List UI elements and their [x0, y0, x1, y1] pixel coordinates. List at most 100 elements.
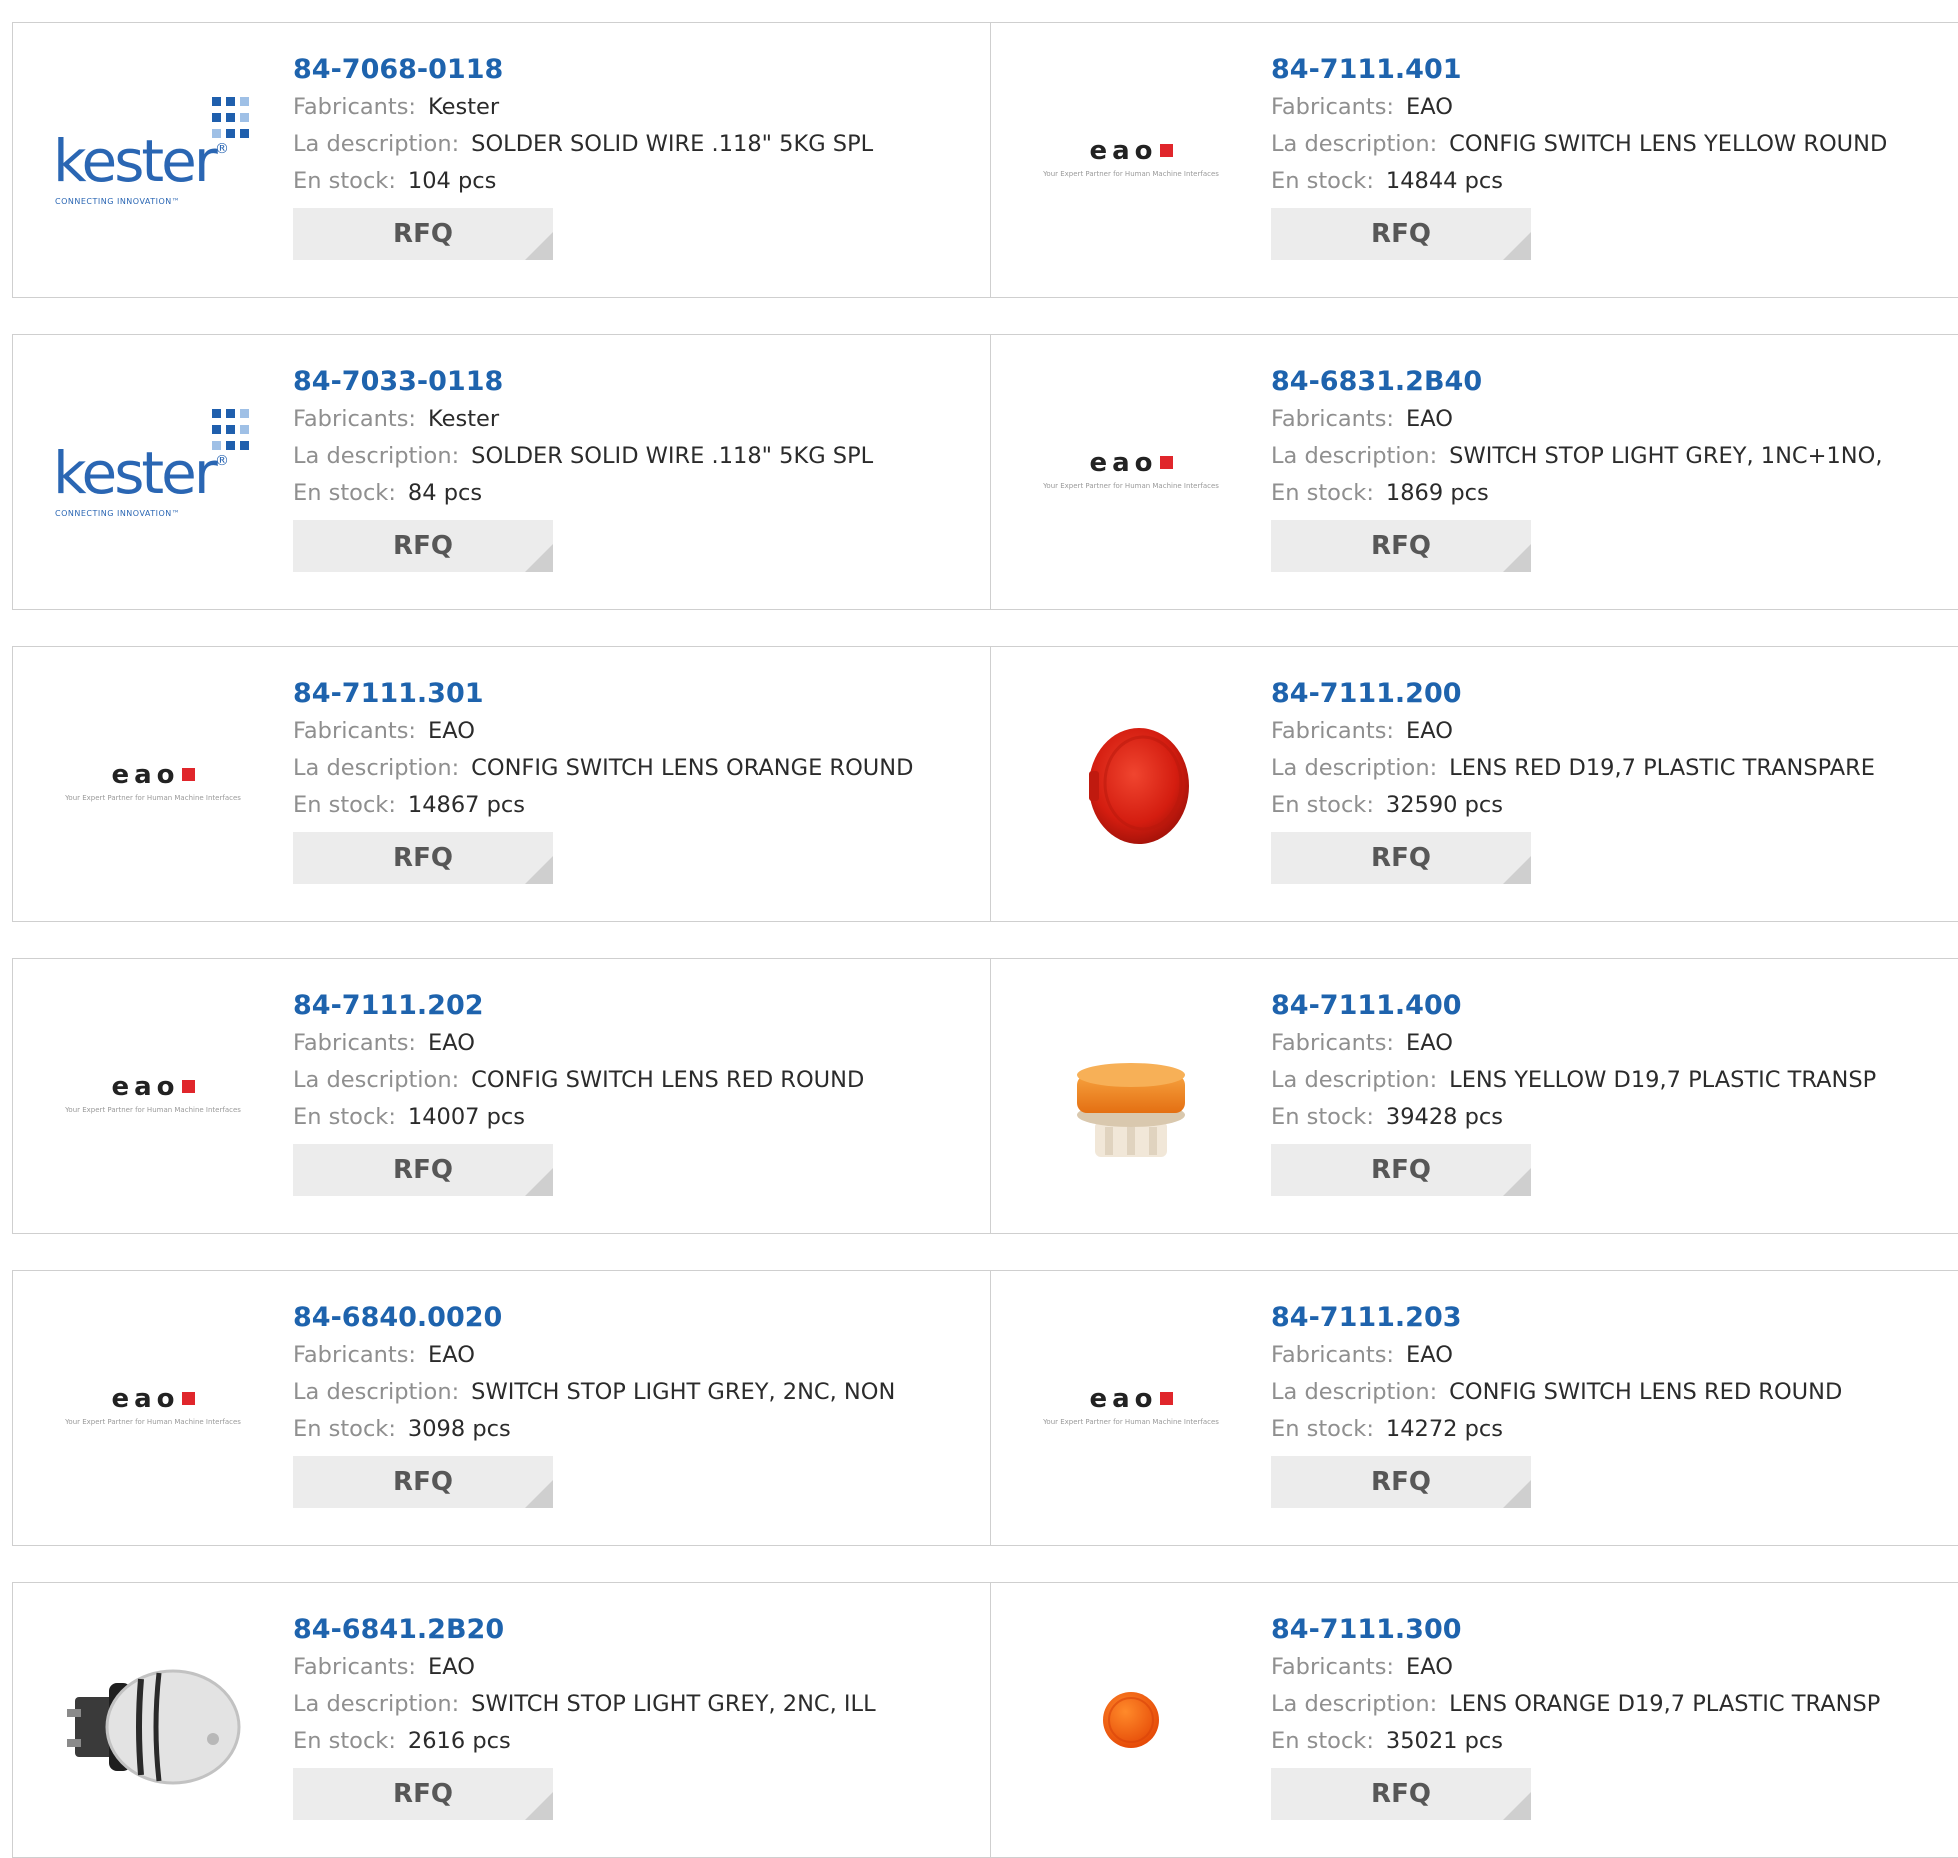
description-value: SOLDER SOLID WIRE .118" 5KG SPL: [471, 131, 874, 157]
description-label: La description:: [1271, 1379, 1438, 1405]
product-card: 84-7111.300 Fabricants: EAO La descriptio…: [990, 1582, 1958, 1858]
rfq-button[interactable]: RFQ: [293, 1144, 553, 1196]
rfq-label: RFQ: [393, 531, 453, 561]
product-card: eao Your Expert Partner for Human Machine…: [990, 334, 1958, 610]
rfq-button[interactable]: RFQ: [293, 208, 553, 260]
part-number-link[interactable]: 84-7111.202: [293, 989, 981, 1025]
manufacturer-label: Fabricants:: [1271, 406, 1394, 432]
product-image[interactable]: eao Your Expert Partner for Human Machine…: [51, 1003, 255, 1183]
part-number-link[interactable]: 84-7111.301: [293, 677, 981, 713]
rfq-label: RFQ: [1371, 1779, 1431, 1809]
eao-logo: eao Your Expert Partner for Human Machine…: [65, 1384, 241, 1426]
part-number-link[interactable]: 84-7111.300: [1271, 1613, 1958, 1649]
description-value: SOLDER SOLID WIRE .118" 5KG SPL: [471, 443, 874, 469]
description-value: CONFIG SWITCH LENS RED ROUND: [1449, 1379, 1843, 1405]
description-label: La description:: [1271, 755, 1438, 781]
eao-text: eao: [111, 1384, 180, 1414]
stock-row: En stock: 14007 pcs: [293, 1099, 981, 1136]
product-image[interactable]: kester ® CONNECTING INNOVATION™: [51, 379, 255, 559]
description-row: La description: SWITCH STOP LIGHT GREY, 1…: [1271, 438, 1958, 475]
part-number-link[interactable]: 84-6841.2B20: [293, 1613, 981, 1649]
eao-tagline: Your Expert Partner for Human Machine In…: [1043, 482, 1219, 490]
part-number-link[interactable]: 84-7033-0118: [293, 365, 981, 401]
eao-tagline: Your Expert Partner for Human Machine In…: [65, 1418, 241, 1426]
product-card: eao Your Expert Partner for Human Machine…: [12, 646, 992, 922]
kester-tagline: CONNECTING INNOVATION™: [55, 509, 181, 518]
product-image[interactable]: eao Your Expert Partner for Human Machine…: [1029, 67, 1233, 247]
product-card: eao Your Expert Partner for Human Machine…: [12, 1270, 992, 1546]
product-info: 84-6840.0020 Fabricants: EAO La descripti…: [293, 1301, 981, 1508]
description-row: La description: SWITCH STOP LIGHT GREY, 2…: [293, 1686, 981, 1723]
eao-text: eao: [1089, 448, 1158, 478]
eao-logo: eao Your Expert Partner for Human Machine…: [1043, 136, 1219, 178]
rfq-button[interactable]: RFQ: [293, 1456, 553, 1508]
product-image[interactable]: [51, 1627, 255, 1807]
product-image[interactable]: eao Your Expert Partner for Human Machine…: [1029, 379, 1233, 559]
orange-lens-photo: [1103, 1692, 1159, 1748]
rfq-button[interactable]: RFQ: [1271, 1144, 1531, 1196]
rfq-button[interactable]: RFQ: [293, 1768, 553, 1820]
product-image[interactable]: eao Your Expert Partner for Human Machine…: [1029, 1315, 1233, 1495]
rfq-button[interactable]: RFQ: [1271, 1768, 1531, 1820]
stock-value: 14007 pcs: [407, 1104, 526, 1130]
description-label: La description:: [293, 1067, 460, 1093]
product-image[interactable]: eao Your Expert Partner for Human Machine…: [51, 1315, 255, 1495]
part-number-link[interactable]: 84-7068-0118: [293, 53, 981, 89]
rfq-button[interactable]: RFQ: [293, 520, 553, 572]
eao-logo: eao Your Expert Partner for Human Machine…: [1043, 448, 1219, 490]
part-number-link[interactable]: 84-7111.400: [1271, 989, 1958, 1025]
red-lens-photo: [1089, 728, 1189, 844]
rfq-label: RFQ: [1371, 531, 1431, 561]
stock-value: 35021 pcs: [1385, 1728, 1504, 1754]
eao-wordmark: eao: [65, 1384, 241, 1414]
manufacturer-label: Fabricants:: [293, 406, 416, 432]
registered-mark: ®: [215, 141, 229, 157]
stock-label: En stock:: [1271, 792, 1374, 818]
description-row: La description: SOLDER SOLID WIRE .118" 5…: [293, 126, 981, 163]
eao-square-icon: [1159, 1392, 1173, 1405]
manufacturer-label: Fabricants:: [1271, 1030, 1394, 1056]
manufacturer-row: Fabricants: Kester: [293, 89, 981, 126]
registered-mark: ®: [215, 453, 229, 469]
rfq-button[interactable]: RFQ: [1271, 832, 1531, 884]
product-image[interactable]: [1029, 691, 1233, 871]
part-number-link[interactable]: 84-6840.0020: [293, 1301, 981, 1337]
kester-dots-icon: [212, 97, 249, 138]
product-info: 84-7111.203 Fabricants: EAO La descriptio…: [1271, 1301, 1958, 1508]
part-number-link[interactable]: 84-6831.2B40: [1271, 365, 1958, 401]
manufacturer-value: EAO: [428, 1030, 475, 1056]
kester-wordmark: kester: [53, 127, 218, 195]
part-number-link[interactable]: 84-7111.401: [1271, 53, 1958, 89]
rfq-button[interactable]: RFQ: [1271, 520, 1531, 572]
rfq-button[interactable]: RFQ: [293, 832, 553, 884]
corner-triangle-icon: [525, 1480, 553, 1508]
stock-row: En stock: 14867 pcs: [293, 787, 981, 824]
description-value: SWITCH STOP LIGHT GREY, 1NC+1NO,: [1449, 443, 1883, 469]
product-image[interactable]: kester ® CONNECTING INNOVATION™: [51, 67, 255, 247]
product-image[interactable]: [1029, 1627, 1233, 1807]
description-value: LENS RED D19,7 PLASTIC TRANSPARE: [1449, 755, 1875, 781]
stock-value: 84 pcs: [407, 480, 483, 506]
description-row: La description: LENS RED D19,7 PLASTIC TR…: [1271, 750, 1958, 787]
kester-tagline: CONNECTING INNOVATION™: [55, 197, 181, 206]
description-label: La description:: [293, 443, 460, 469]
product-info: 84-7111.301 Fabricants: EAO La descriptio…: [293, 677, 981, 884]
part-number-link[interactable]: 84-7111.203: [1271, 1301, 1958, 1337]
manufacturer-row: Fabricants: EAO: [293, 1649, 981, 1686]
eao-wordmark: eao: [65, 1072, 241, 1102]
part-number-link[interactable]: 84-7111.200: [1271, 677, 1958, 713]
product-card: eao Your Expert Partner for Human Machine…: [12, 958, 992, 1234]
rfq-button[interactable]: RFQ: [1271, 1456, 1531, 1508]
stock-label: En stock:: [293, 792, 396, 818]
product-image[interactable]: eao Your Expert Partner for Human Machine…: [51, 691, 255, 871]
eao-wordmark: eao: [1043, 136, 1219, 166]
manufacturer-label: Fabricants:: [1271, 718, 1394, 744]
manufacturer-row: Fabricants: EAO: [293, 1337, 981, 1374]
description-value: SWITCH STOP LIGHT GREY, 2NC, NON: [471, 1379, 896, 1405]
stock-row: En stock: 84 pcs: [293, 475, 981, 512]
product-info: 84-7111.300 Fabricants: EAO La descriptio…: [1271, 1613, 1958, 1820]
stock-value: 3098 pcs: [407, 1416, 511, 1442]
rfq-button[interactable]: RFQ: [1271, 208, 1531, 260]
manufacturer-row: Fabricants: EAO: [1271, 89, 1958, 126]
product-image[interactable]: [1029, 1003, 1233, 1183]
